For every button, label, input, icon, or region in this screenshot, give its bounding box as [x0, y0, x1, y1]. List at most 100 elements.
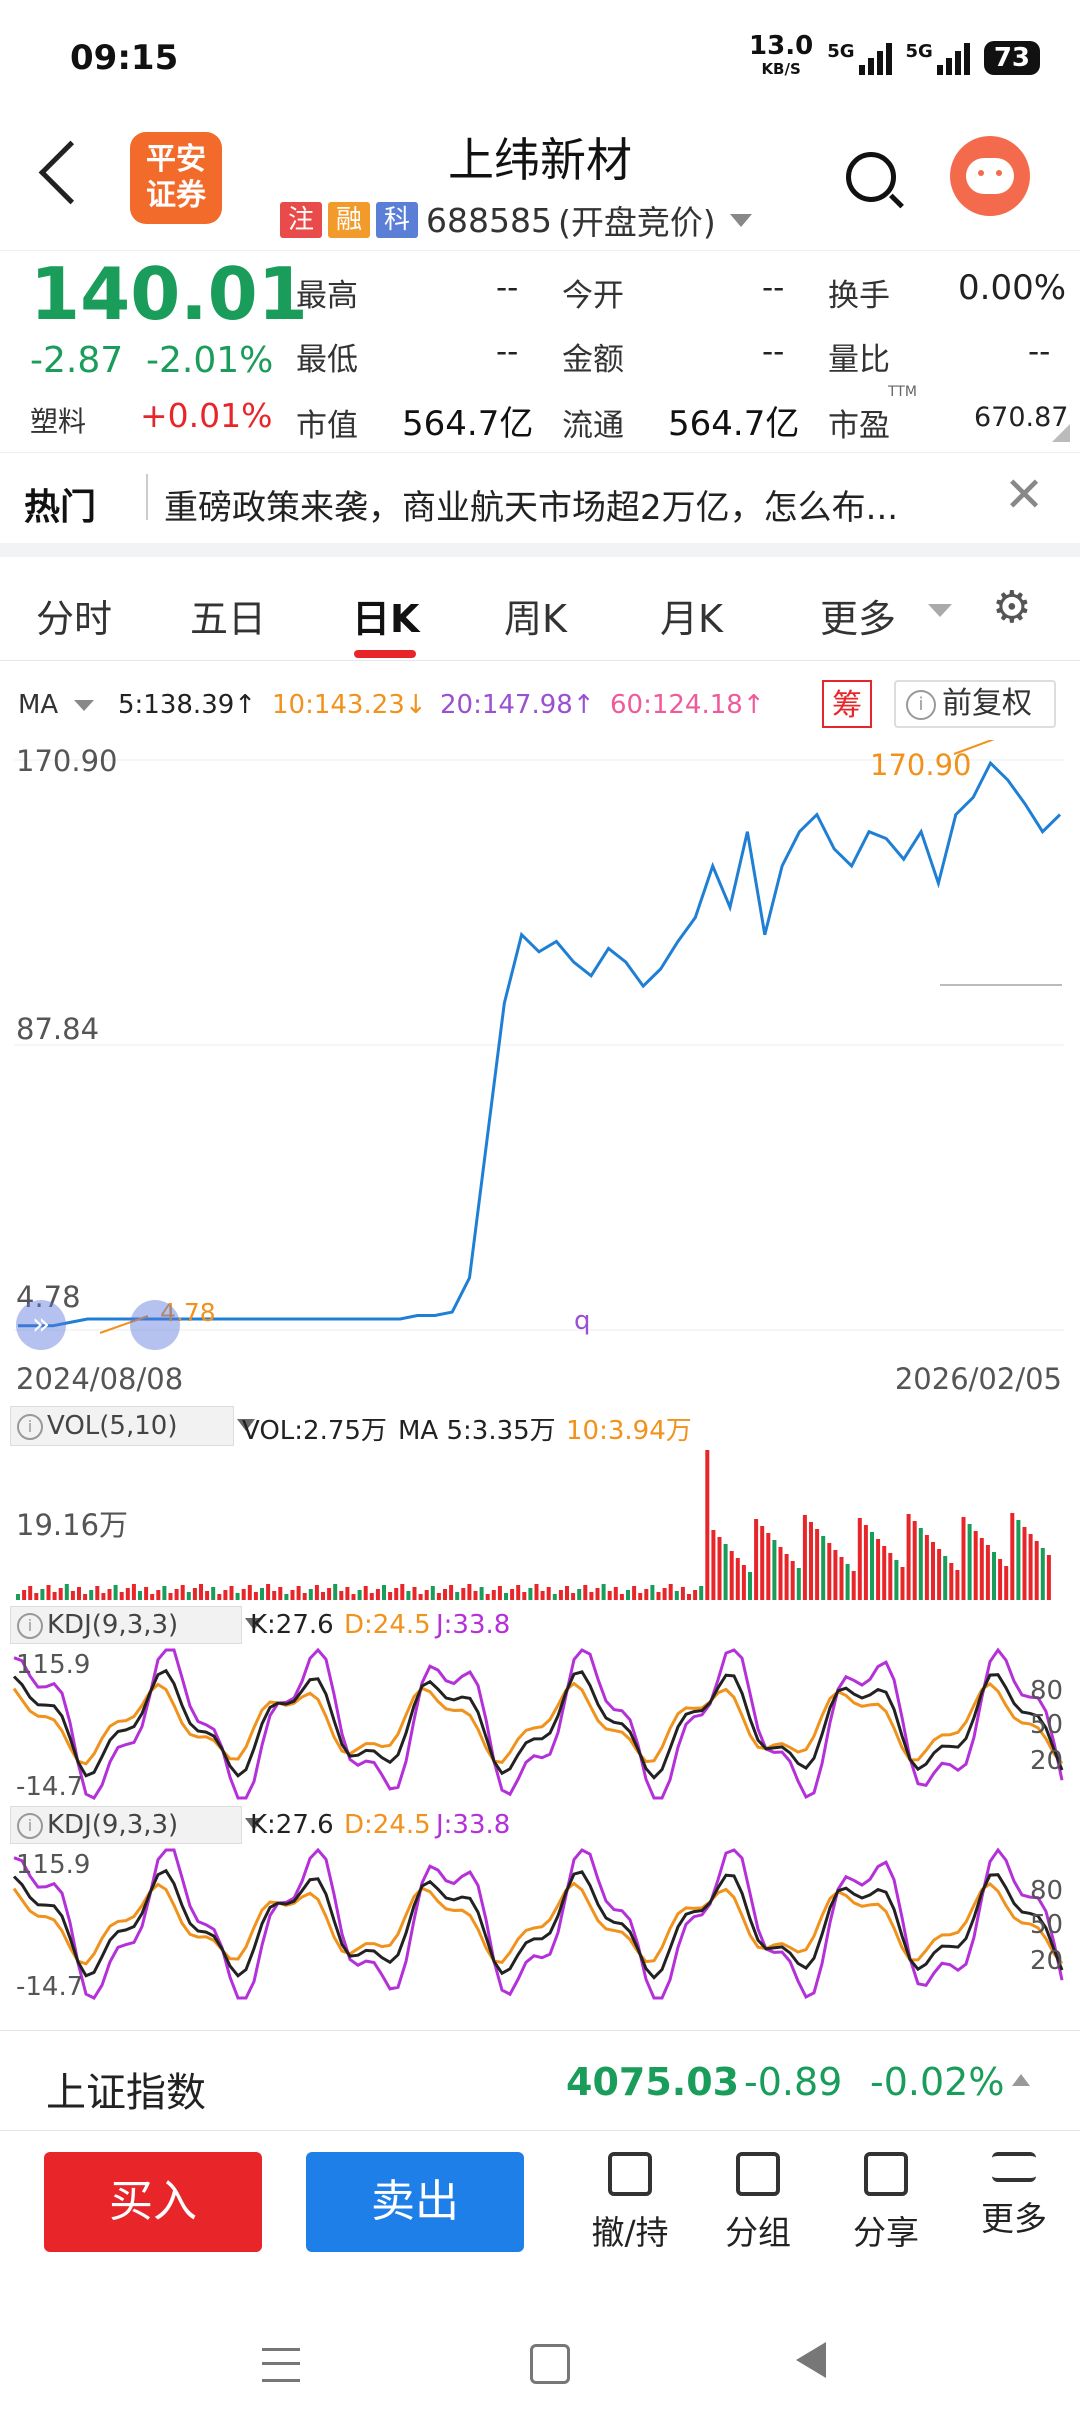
- kdj-chart[interactable]: [0, 1646, 1080, 1802]
- volume-bar: [485, 1594, 490, 1600]
- event-marker-icon[interactable]: q: [574, 1306, 591, 1336]
- stock-title: 上纬新材: [448, 133, 632, 187]
- volume-bar: [284, 1594, 289, 1600]
- price-change: -2.87: [30, 340, 124, 381]
- volume-bar: [827, 1543, 832, 1600]
- tab-daily-k[interactable]: 日K: [352, 588, 419, 643]
- ma-label[interactable]: MA: [18, 690, 58, 720]
- chip-distribution-button[interactable]: 筹: [822, 680, 872, 728]
- volume-bar: [1040, 1548, 1045, 1600]
- volume-bar: [735, 1558, 740, 1600]
- stock-tags[interactable]: 注 融 科 688585 (开盘竞价): [280, 196, 752, 244]
- amount-label: 金额: [562, 342, 624, 378]
- market-cap-value: 564.7亿: [402, 404, 534, 444]
- expand-left-icon[interactable]: »: [16, 1300, 66, 1350]
- volume-bar: [150, 1594, 155, 1600]
- sector-name[interactable]: 塑料: [30, 400, 86, 440]
- volume-bar: [443, 1589, 447, 1600]
- volume-bar: [546, 1587, 551, 1600]
- volume-bar: [918, 1528, 923, 1600]
- info-icon: i: [17, 1612, 43, 1639]
- vol-indicator-selector[interactable]: i VOL(5,10): [10, 1406, 255, 1446]
- volume-bar: [28, 1586, 33, 1600]
- volume-bar: [778, 1547, 783, 1600]
- menu-icon[interactable]: [262, 2348, 300, 2382]
- price-line: [18, 760, 1062, 1328]
- assistant-avatar-icon[interactable]: [950, 136, 1030, 216]
- open-value: --: [762, 270, 785, 306]
- volume-bar: [34, 1593, 39, 1600]
- volume-bar: [70, 1591, 75, 1600]
- volume-bar: [113, 1585, 118, 1600]
- volume-bar: [491, 1590, 496, 1600]
- volume-bar: [83, 1594, 88, 1600]
- volume-bar: [125, 1588, 130, 1600]
- kdj-indicator-selector[interactable]: i KDJ(9,3,3): [10, 1606, 263, 1644]
- kdj2-chart[interactable]: [0, 1846, 1080, 2002]
- volume-bar: [1028, 1534, 1033, 1600]
- tab-five-day[interactable]: 五日: [190, 588, 266, 643]
- volume-bar: [357, 1590, 362, 1600]
- volume-bar: [363, 1586, 368, 1600]
- volume-bar: [992, 1552, 996, 1600]
- volume-bar: [522, 1592, 527, 1600]
- volume-bar: [857, 1518, 862, 1600]
- volume-bar: [467, 1584, 472, 1600]
- volume-bar: [656, 1592, 661, 1600]
- volume-bar: [705, 1450, 710, 1600]
- volume-bar: [77, 1587, 81, 1600]
- search-icon[interactable]: [846, 152, 896, 202]
- kdj-20: 20: [1030, 1746, 1064, 1776]
- volume-bar: [802, 1515, 807, 1600]
- chevron-up-icon[interactable]: [1012, 2074, 1030, 2086]
- volume-bar: [247, 1585, 252, 1600]
- volume-bar: [638, 1593, 643, 1600]
- home-icon[interactable]: [530, 2344, 570, 2384]
- gear-icon[interactable]: ⚙: [992, 586, 1031, 630]
- kdj2-indicator-selector[interactable]: i KDJ(9,3,3): [10, 1806, 263, 1844]
- drag-handle-icon[interactable]: [130, 1300, 180, 1350]
- volume-bar: [461, 1588, 466, 1600]
- hot-news-text[interactable]: 重磅政策来袭，商业航天市场超2万亿，怎么布...: [164, 480, 898, 529]
- hot-label: 热门: [24, 487, 97, 528]
- more-button[interactable]: 更多: [964, 2152, 1064, 2240]
- vol-ma5: MA 5:3.35万: [398, 1416, 556, 1446]
- share-button[interactable]: 分享: [836, 2152, 936, 2254]
- volume-bar: [327, 1588, 332, 1600]
- volume-bar: [339, 1591, 344, 1600]
- tab-weekly-k[interactable]: 周K: [504, 588, 567, 643]
- vol-ma10: 10:3.94万: [566, 1416, 692, 1446]
- kdj2-top: 115.9: [16, 1850, 91, 1880]
- volume-chart[interactable]: [0, 1448, 1080, 1604]
- tab-more[interactable]: 更多: [820, 588, 896, 643]
- turnover-value: 0.00%: [958, 268, 1067, 308]
- chevron-down-icon[interactable]: [928, 604, 952, 617]
- volume-bar: [931, 1542, 935, 1600]
- close-icon[interactable]: ✕: [1004, 470, 1044, 520]
- info-icon: i: [17, 1413, 43, 1440]
- volume-bar: [272, 1591, 277, 1600]
- expand-corner-icon[interactable]: [1052, 424, 1070, 442]
- volume-bar: [186, 1592, 191, 1600]
- volume-bar: [973, 1531, 978, 1600]
- volume-bar: [260, 1588, 264, 1600]
- adjust-button[interactable]: i 前复权: [894, 680, 1056, 728]
- volume-bar: [479, 1587, 484, 1600]
- divider: [146, 474, 148, 520]
- volume-bar: [418, 1594, 423, 1600]
- index-pct: -0.02%: [870, 2060, 1005, 2104]
- tab-monthly-k[interactable]: 月K: [660, 588, 723, 643]
- tab-intraday[interactable]: 分时: [36, 588, 112, 643]
- sell-button[interactable]: 卖出: [306, 2152, 524, 2252]
- volume-bar: [168, 1593, 173, 1600]
- group-button[interactable]: 分组: [708, 2152, 808, 2254]
- volume-bar: [741, 1565, 746, 1600]
- kdj2-50: 50: [1030, 1910, 1064, 1940]
- ma5-value: 5:138.39↑: [118, 690, 257, 720]
- volume-bar: [583, 1585, 588, 1600]
- chevron-down-icon[interactable]: [74, 700, 94, 711]
- back-nav-icon[interactable]: [796, 2342, 826, 2378]
- cancel-hold-button[interactable]: 撤/持: [580, 2152, 680, 2254]
- status-icons: 13.0 KB/S 5G 5G 73: [749, 33, 1040, 79]
- buy-button[interactable]: 买入: [44, 2152, 262, 2252]
